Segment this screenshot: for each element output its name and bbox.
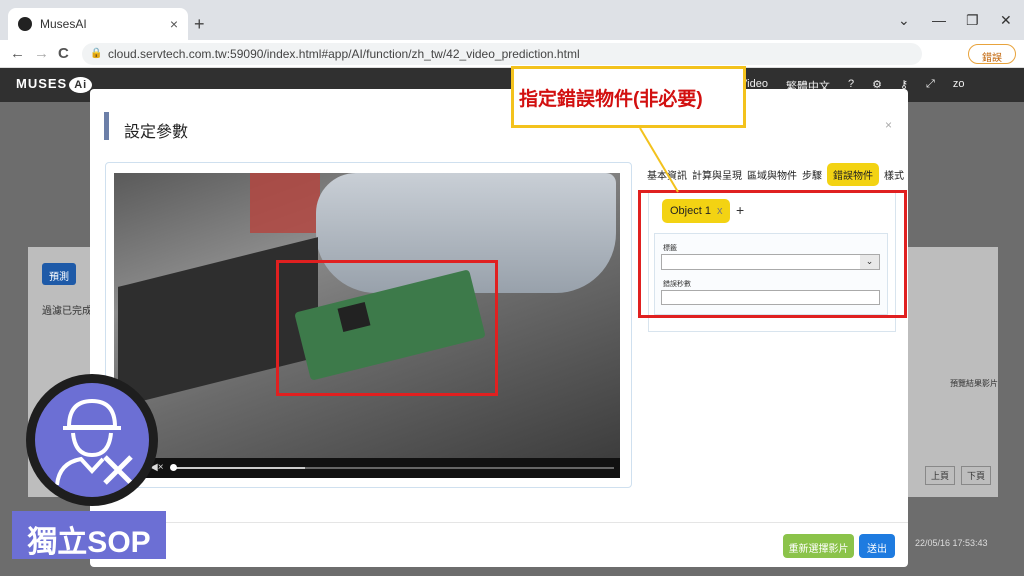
back-button[interactable]: ← [10, 45, 25, 62]
update-button[interactable]: 錯誤 [968, 44, 1016, 64]
callout-text: 指定錯誤物件(非必要) [519, 89, 703, 110]
url-field[interactable]: cloud.servtech.com.tw:59090/index.html#a… [82, 43, 922, 65]
modal-footer-divider [90, 522, 908, 523]
restore-button[interactable]: ❐ [966, 12, 979, 29]
fullscreen-icon[interactable]: ⤢ [926, 78, 935, 94]
video-progress-handle[interactable] [170, 464, 177, 471]
title-accent-bar [104, 112, 109, 140]
user-name[interactable]: zo [953, 78, 965, 94]
pagination: 上頁 下頁 [925, 466, 992, 485]
reload-button[interactable]: C [58, 45, 69, 62]
status-text: 過濾已完成 [42, 306, 92, 317]
forward-button[interactable]: → [34, 45, 49, 62]
sop-label: 獨立SOP [12, 511, 166, 559]
video-scene-fabric [250, 173, 320, 233]
tab-steps[interactable]: 步驟 [802, 167, 822, 182]
tab-title: MusesAI [40, 17, 87, 31]
tab-list-icon[interactable]: ⌄ [898, 12, 910, 29]
worker-icon [35, 383, 149, 497]
logo-badge: Ai [69, 77, 93, 93]
tab-style[interactable]: 樣式 [884, 167, 904, 182]
tab-close-icon[interactable]: × [170, 16, 178, 32]
site-favicon-icon [18, 17, 32, 31]
worker-badge [26, 374, 158, 506]
tab-compute-display[interactable]: 計算與呈現 [692, 167, 742, 182]
settings-tabs: 基本資訊 計算與呈現 區域與物件 步驟 錯誤物件 樣式 [647, 163, 904, 186]
modal-close-icon[interactable]: × [885, 118, 892, 132]
prev-page-button[interactable]: 上頁 [925, 466, 956, 485]
modal-title: 設定參數 [124, 124, 189, 141]
video-progress-fill [172, 467, 305, 469]
preview-column-header: 預覽結果影片 [950, 379, 998, 388]
error-object-region[interactable] [276, 260, 498, 396]
close-window-button[interactable]: ✕ [1000, 12, 1012, 29]
timestamp: 22/05/16 17:53:43 [915, 538, 988, 548]
tab-error-object[interactable]: 錯誤物件 [827, 163, 879, 186]
tab-region-object[interactable]: 區域與物件 [747, 167, 797, 182]
minimize-button[interactable]: — [932, 12, 946, 28]
error-panel-highlight [638, 190, 907, 318]
lock-icon: 🔒 [90, 48, 103, 59]
send-button[interactable]: 送出 [859, 534, 895, 558]
app-logo: MUSES Ai [16, 76, 93, 93]
next-page-button[interactable]: 下頁 [961, 466, 992, 485]
predict-button[interactable]: 預測 [42, 263, 76, 285]
tab-basic-info[interactable]: 基本資訊 [647, 167, 687, 182]
new-tab-button[interactable]: + [194, 14, 205, 35]
reselect-video-button[interactable]: 重新選擇影片 [783, 534, 854, 558]
browser-tab[interactable]: MusesAI × [8, 8, 188, 40]
